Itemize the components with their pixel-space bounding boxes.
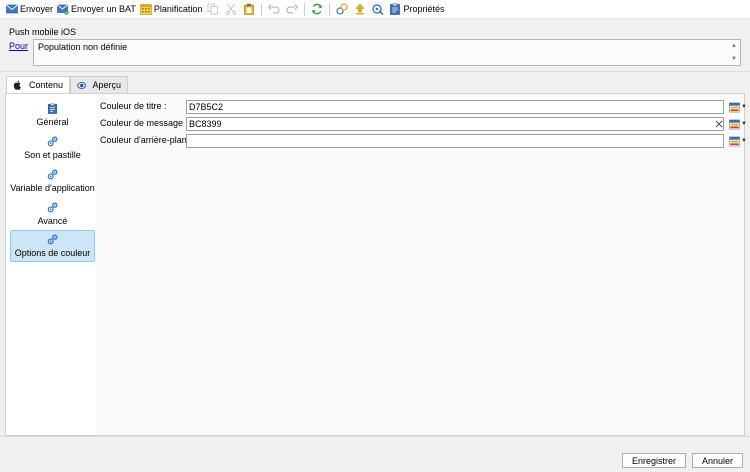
message-color-row: Couleur de message : ▼ [100,117,747,131]
background-color-picker-button[interactable]: ▼ [729,135,747,147]
cut-button[interactable] [222,1,240,17]
send-icon [6,4,18,14]
upload-button[interactable] [351,1,369,17]
push-title: Push mobile iOS [9,27,77,37]
redo-icon [287,4,299,14]
message-color-input[interactable] [186,117,724,131]
refresh-button[interactable] [308,1,326,17]
properties-label: Propriétés [403,4,445,14]
cut-icon [226,3,237,15]
target-population-field[interactable]: Population non définie ▲ ▼ [33,39,741,66]
gear-icon [47,136,58,147]
copy-button[interactable] [204,1,222,17]
chevron-down-icon: ▼ [741,121,747,127]
redo-button[interactable] [283,1,301,17]
left-nav: Général Son et pastille Variable d'appli… [6,94,96,435]
nav-item-general[interactable]: Général [10,99,95,131]
background-color-row: Couleur d'arrière-plan : ▼ [100,134,747,148]
close-icon [715,120,723,128]
nav-item-label: Avancé [37,216,68,226]
toolbar-separator [329,2,331,16]
planification-label: Planification [153,4,203,14]
gear-icon [47,202,58,213]
toolbar-separator [304,2,306,16]
toolbar: Envoyer Envoyer un BAT Planification Pro… [0,0,750,19]
tab-contenu[interactable]: Contenu [6,76,70,93]
undo-icon [268,4,280,14]
save-button[interactable]: Enregistrer [622,453,686,468]
palette-icon [729,119,740,129]
background-color-label: Couleur d'arrière-plan : [100,135,192,145]
nav-item-label: Options de couleur [14,248,91,258]
message-color-label: Couleur de message : [100,118,189,128]
title-color-picker-button[interactable]: ▼ [729,101,747,113]
nav-item-label: Général [36,117,69,127]
paste-button[interactable] [240,1,258,17]
chevron-down-icon: ▼ [741,104,747,110]
pour-link[interactable]: Pour [9,41,28,51]
planification-button[interactable]: Planification [138,1,205,17]
send-bat-label: Envoyer un BAT [71,4,136,14]
tab-apercu[interactable]: Aperçu [70,76,128,93]
toolbar-separator [261,2,263,16]
paste-icon [244,3,255,15]
scroll-up-icon[interactable]: ▲ [730,42,738,50]
color-options-pane: Couleur de titre : ▼ Couleur de message … [96,94,747,435]
message-color-picker-button[interactable]: ▼ [729,118,747,130]
target-population-value: Population non définie [38,42,128,52]
title-color-label: Couleur de titre : [100,101,167,111]
nav-item-avance[interactable]: Avancé [10,198,95,230]
tabs-area: Contenu Aperçu Général Son et pastille V… [0,72,750,472]
content-panel: Général Son et pastille Variable d'appli… [5,93,747,436]
title-color-input[interactable] [186,100,724,114]
gear-icon [47,234,58,245]
tab-apercu-label: Aperçu [92,80,121,90]
calendar-icon [140,4,152,15]
eye-icon [77,81,87,89]
copy-icon [208,3,219,15]
scroll-down-icon[interactable]: ▼ [730,55,738,63]
bottom-bar: Enregistrer Annuler [0,436,750,472]
send-bat-icon [57,4,69,15]
tools-button[interactable] [369,1,387,17]
send-label: Envoyer [20,4,54,14]
palette-icon [729,136,740,146]
refresh-icon [312,3,323,15]
nav-item-son-et-pastille[interactable]: Son et pastille [10,132,95,164]
cancel-button[interactable]: Annuler [692,453,743,468]
title-color-row: Couleur de titre : ▼ [100,100,747,114]
nav-item-label: Son et pastille [24,150,81,160]
link-button[interactable] [333,1,351,17]
nav-item-options-de-couleur[interactable]: Options de couleur [10,230,95,262]
background-color-input[interactable] [186,134,724,148]
palette-icon [729,102,740,112]
clipboard-icon [48,103,57,114]
apple-icon [13,80,21,90]
link-icon [336,3,349,15]
send-bat-button[interactable]: Envoyer un BAT [55,1,138,17]
tools-icon [372,4,384,15]
upload-icon [355,3,365,15]
nav-item-variable-application[interactable]: Variable d'application [10,165,95,197]
nav-item-label: Variable d'application [10,183,95,193]
chevron-down-icon: ▼ [741,138,747,144]
send-button[interactable]: Envoyer [4,1,55,17]
clipboard-icon [390,3,401,15]
clear-message-color-button[interactable] [714,119,724,129]
undo-button[interactable] [265,1,283,17]
tab-contenu-label: Contenu [28,80,63,90]
properties-button[interactable]: Propriétés [387,1,446,17]
gear-icon [47,169,58,180]
push-target-section: Push mobile iOS Pour Population non défi… [0,19,750,72]
